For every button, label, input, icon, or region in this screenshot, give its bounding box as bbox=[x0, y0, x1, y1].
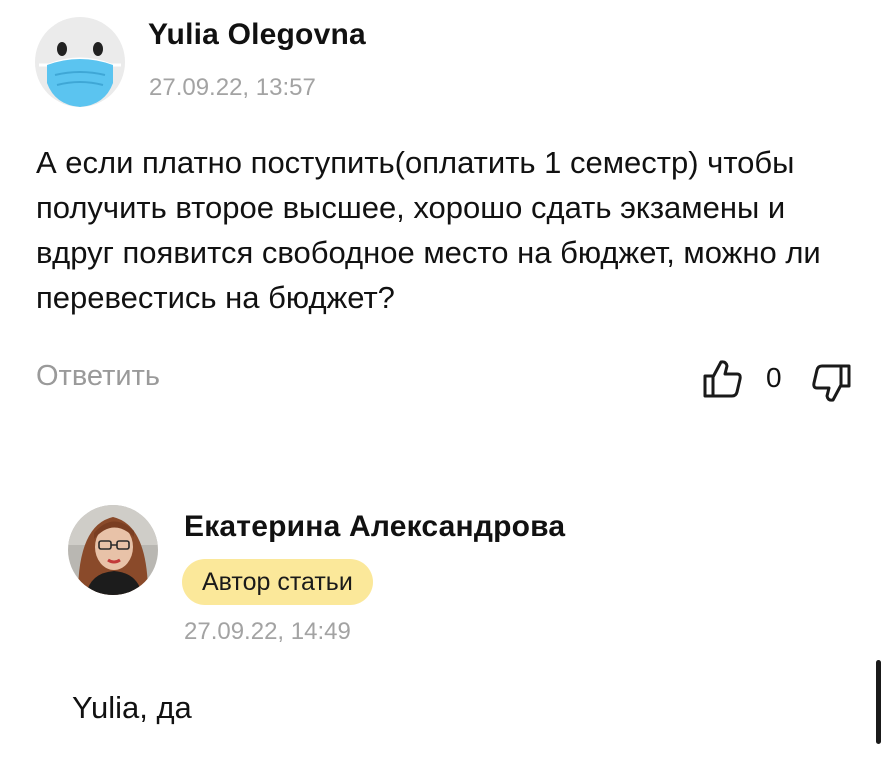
author-name[interactable]: Yulia Olegovna bbox=[148, 18, 366, 52]
user-photo-avatar-icon[interactable] bbox=[68, 505, 158, 595]
thumbs-up-icon[interactable] bbox=[702, 358, 744, 400]
author-name[interactable]: Екатерина Александрова bbox=[184, 510, 565, 544]
scrollbar-thumb[interactable] bbox=[876, 660, 881, 744]
masked-face-avatar-icon[interactable] bbox=[35, 17, 125, 107]
comment-timestamp: 27.09.22, 13:57 bbox=[149, 74, 316, 101]
author-badge: Автор статьи bbox=[182, 559, 373, 605]
reply-button[interactable]: Ответить bbox=[36, 360, 160, 393]
comment-text: Yulia, да bbox=[72, 690, 192, 725]
comment: Yulia Olegovna 27.09.22, 13:57 А если пл… bbox=[0, 0, 890, 420]
thumbs-down-icon[interactable] bbox=[810, 362, 852, 404]
comment-text: А если платно поступить(оплатить 1 семес… bbox=[36, 145, 821, 315]
vote-count: 0 bbox=[766, 362, 782, 393]
comment-timestamp: 27.09.22, 14:49 bbox=[184, 618, 351, 645]
reply-comment: Екатерина Александрова Автор статьи 27.0… bbox=[0, 500, 890, 761]
